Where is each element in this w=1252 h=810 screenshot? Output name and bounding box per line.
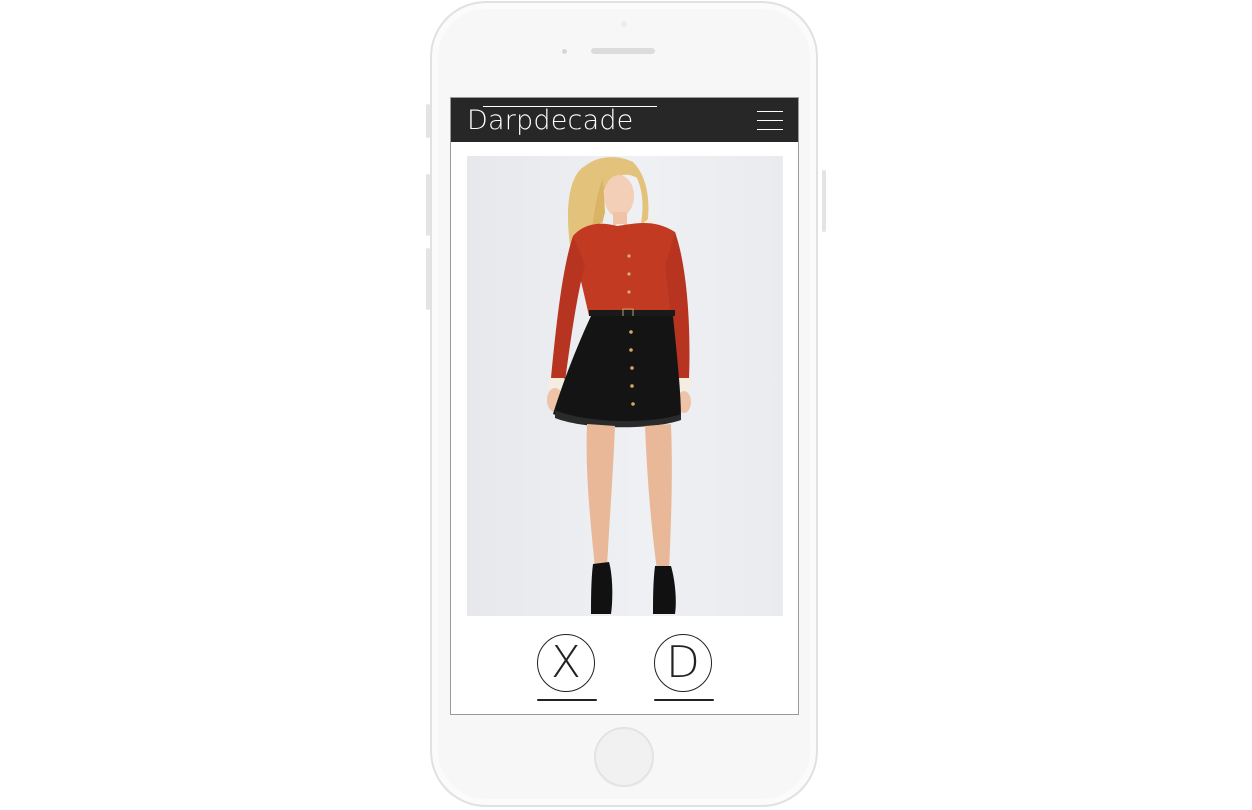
canvas: Darpdecade X D <box>0 0 1252 810</box>
front-camera <box>621 21 627 27</box>
like-button-label: D <box>666 637 700 688</box>
x-circle-icon: X <box>537 634 595 692</box>
like-button[interactable]: D <box>654 634 714 702</box>
proximity-sensor <box>562 49 567 54</box>
dislike-button[interactable]: X <box>537 634 597 702</box>
app-screen: Darpdecade X D <box>450 97 799 715</box>
app-header: Darpdecade <box>451 98 798 142</box>
power-button <box>822 170 826 232</box>
dislike-button-label: X <box>550 637 582 688</box>
earpiece-speaker <box>591 48 655 54</box>
app-logo[interactable]: Darpdecade <box>467 104 657 138</box>
logo-accent-line <box>483 106 657 107</box>
like-underline <box>654 699 714 701</box>
menu-button[interactable] <box>757 109 783 131</box>
app-logo-text: Darpdecade <box>467 105 634 136</box>
dislike-underline <box>537 699 597 701</box>
product-photo[interactable] <box>467 156 783 616</box>
hamburger-menu-icon <box>757 111 783 112</box>
model-illustration <box>547 157 691 614</box>
home-button[interactable] <box>594 727 654 787</box>
d-circle-icon: D <box>654 634 712 692</box>
